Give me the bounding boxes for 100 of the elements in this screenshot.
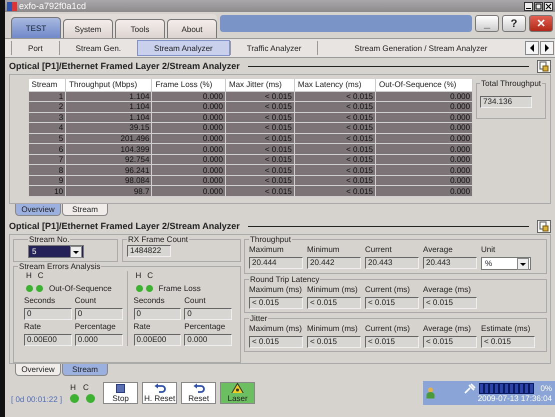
field-label: Average (ms): [423, 324, 472, 333]
table-cell: 9: [28, 175, 66, 186]
sub-tab[interactable]: Port: [11, 41, 59, 55]
value-field: < 0.015: [423, 336, 477, 348]
scroll-left-button[interactable]: [525, 41, 539, 55]
sub-tab[interactable]: Stream Analyzer: [137, 40, 230, 56]
value-field: 0: [24, 308, 72, 320]
value-field: 20.444: [249, 257, 303, 269]
field-label: Unit: [481, 245, 496, 254]
table-cell: 5: [28, 133, 66, 144]
value-field: 20.443: [365, 257, 419, 269]
close-button[interactable]: ✕: [529, 15, 553, 32]
table-cell: 0.000: [375, 91, 473, 102]
field-label: Count: [184, 296, 207, 305]
field-label: Average: [423, 245, 454, 254]
error-name: Out-Of-Sequence: [49, 284, 112, 293]
group-title: Jitter: [249, 314, 268, 323]
reset-button[interactable]: H. Reset: [142, 382, 178, 404]
minimize-button[interactable]: _: [475, 15, 499, 32]
close-icon[interactable]: [544, 2, 553, 10]
rx-frame-count-field: 1484822: [127, 245, 171, 257]
value-field: < 0.015: [249, 297, 303, 309]
value-field: 0: [184, 308, 232, 320]
main-tab[interactable]: System: [63, 19, 113, 38]
led-header-label: H: [70, 383, 76, 392]
table-cell: 7: [28, 154, 66, 165]
report-icon[interactable]: [537, 220, 551, 232]
group-title: RX Frame Count: [127, 235, 190, 244]
led-header-label: C: [82, 383, 89, 392]
main-tab[interactable]: Tools: [115, 19, 165, 38]
field-label: Minimum: [307, 245, 340, 254]
value-field: 0: [134, 308, 182, 320]
group-title: Stream Errors Analysis: [18, 262, 102, 271]
column-header: Throughput (Mbps): [66, 79, 152, 92]
sub-tab[interactable]: Stream Generation / Stream Analyzer: [317, 41, 524, 55]
group-title: Stream No.: [28, 235, 70, 244]
minimize-icon[interactable]: [524, 2, 533, 10]
help-button[interactable]: ?: [502, 15, 526, 32]
laser-button[interactable]: Laser: [220, 382, 256, 404]
column-header: Out-Of-Sequence (%): [375, 79, 473, 92]
reset-button[interactable]: Reset: [181, 382, 216, 404]
stop-button[interactable]: Stop: [103, 382, 138, 404]
group-title: Round Trip Latency: [249, 275, 320, 284]
field-label: Average (ms): [423, 285, 472, 294]
field-label: Minimum (ms): [307, 324, 359, 333]
table-cell: 1: [28, 91, 66, 102]
dropdown-caret-icon[interactable]: [517, 258, 529, 270]
main-tab[interactable]: TEST: [11, 17, 61, 38]
view-tab[interactable]: Overview: [15, 364, 61, 376]
section-title: Optical [P1]/Ethernet Framed Layer 2/Stream Analyzer: [9, 61, 240, 71]
section-title: Optical [P1]/Ethernet Framed Layer 2/Stream Analyzer: [9, 221, 240, 231]
value-field: < 0.015: [307, 336, 361, 348]
value-field: 0.000: [184, 334, 232, 346]
view-tab[interactable]: Overview: [15, 204, 61, 216]
dropdown-caret-icon[interactable]: [70, 246, 82, 258]
value-field: 0.00E00: [24, 334, 72, 346]
table-cell: 98.7: [66, 186, 152, 196]
value-field: < 0.015: [365, 336, 419, 348]
table-cell: < 0.015: [294, 91, 376, 102]
error-name: Frame Loss: [158, 284, 201, 293]
view-tab[interactable]: Stream: [62, 204, 108, 216]
table-cell: 4: [28, 122, 66, 134]
field-label: Maximum: [249, 245, 285, 254]
led-header-label: H: [136, 271, 142, 280]
column-header: Stream: [28, 79, 66, 92]
led-header-label: C: [147, 271, 154, 280]
group-title: Total Throughput: [480, 79, 542, 88]
field-label: Seconds: [134, 296, 166, 305]
main-tab[interactable]: About: [167, 19, 217, 38]
field-label: Maximum (ms): [249, 324, 303, 333]
value-field: < 0.015: [307, 297, 361, 309]
table-cell: 0.000: [152, 91, 226, 102]
table-cell: 8: [28, 164, 66, 176]
field-label: Percentage: [184, 322, 226, 331]
maximize-icon[interactable]: [534, 2, 543, 10]
led-header-label: C: [38, 271, 44, 280]
value-field: < 0.015: [423, 297, 477, 309]
scroll-right-button[interactable]: [540, 41, 554, 55]
stop-icon: [116, 384, 126, 392]
field-label: Maximum (ms): [249, 285, 303, 294]
field-label: Current (ms): [365, 285, 411, 294]
view-tab[interactable]: Stream: [62, 364, 108, 376]
value-field: < 0.015: [481, 336, 535, 348]
percent-text: 0%: [540, 384, 552, 393]
unit-dropdown[interactable]: %: [481, 257, 531, 270]
report-icon[interactable]: [537, 60, 551, 72]
stream-number-dropdown[interactable]: 5: [28, 245, 84, 258]
value-field: 0.00E00: [134, 334, 182, 346]
total-throughput-field: 734.136: [480, 96, 532, 108]
warning-icon: [231, 383, 244, 393]
field-label: Rate: [24, 322, 42, 331]
sub-tab[interactable]: Traffic Analyzer: [230, 41, 318, 55]
column-header: Max Jitter (ms): [225, 79, 294, 92]
field-label: Seconds: [24, 296, 56, 305]
table-cell: 3: [28, 112, 66, 123]
field-label: Percentage: [74, 322, 117, 331]
column-header: Max Latency (ms): [294, 79, 376, 92]
led-header-label: H: [26, 271, 32, 280]
field-label: Count: [74, 296, 98, 305]
value-field: 20.443: [423, 257, 477, 269]
